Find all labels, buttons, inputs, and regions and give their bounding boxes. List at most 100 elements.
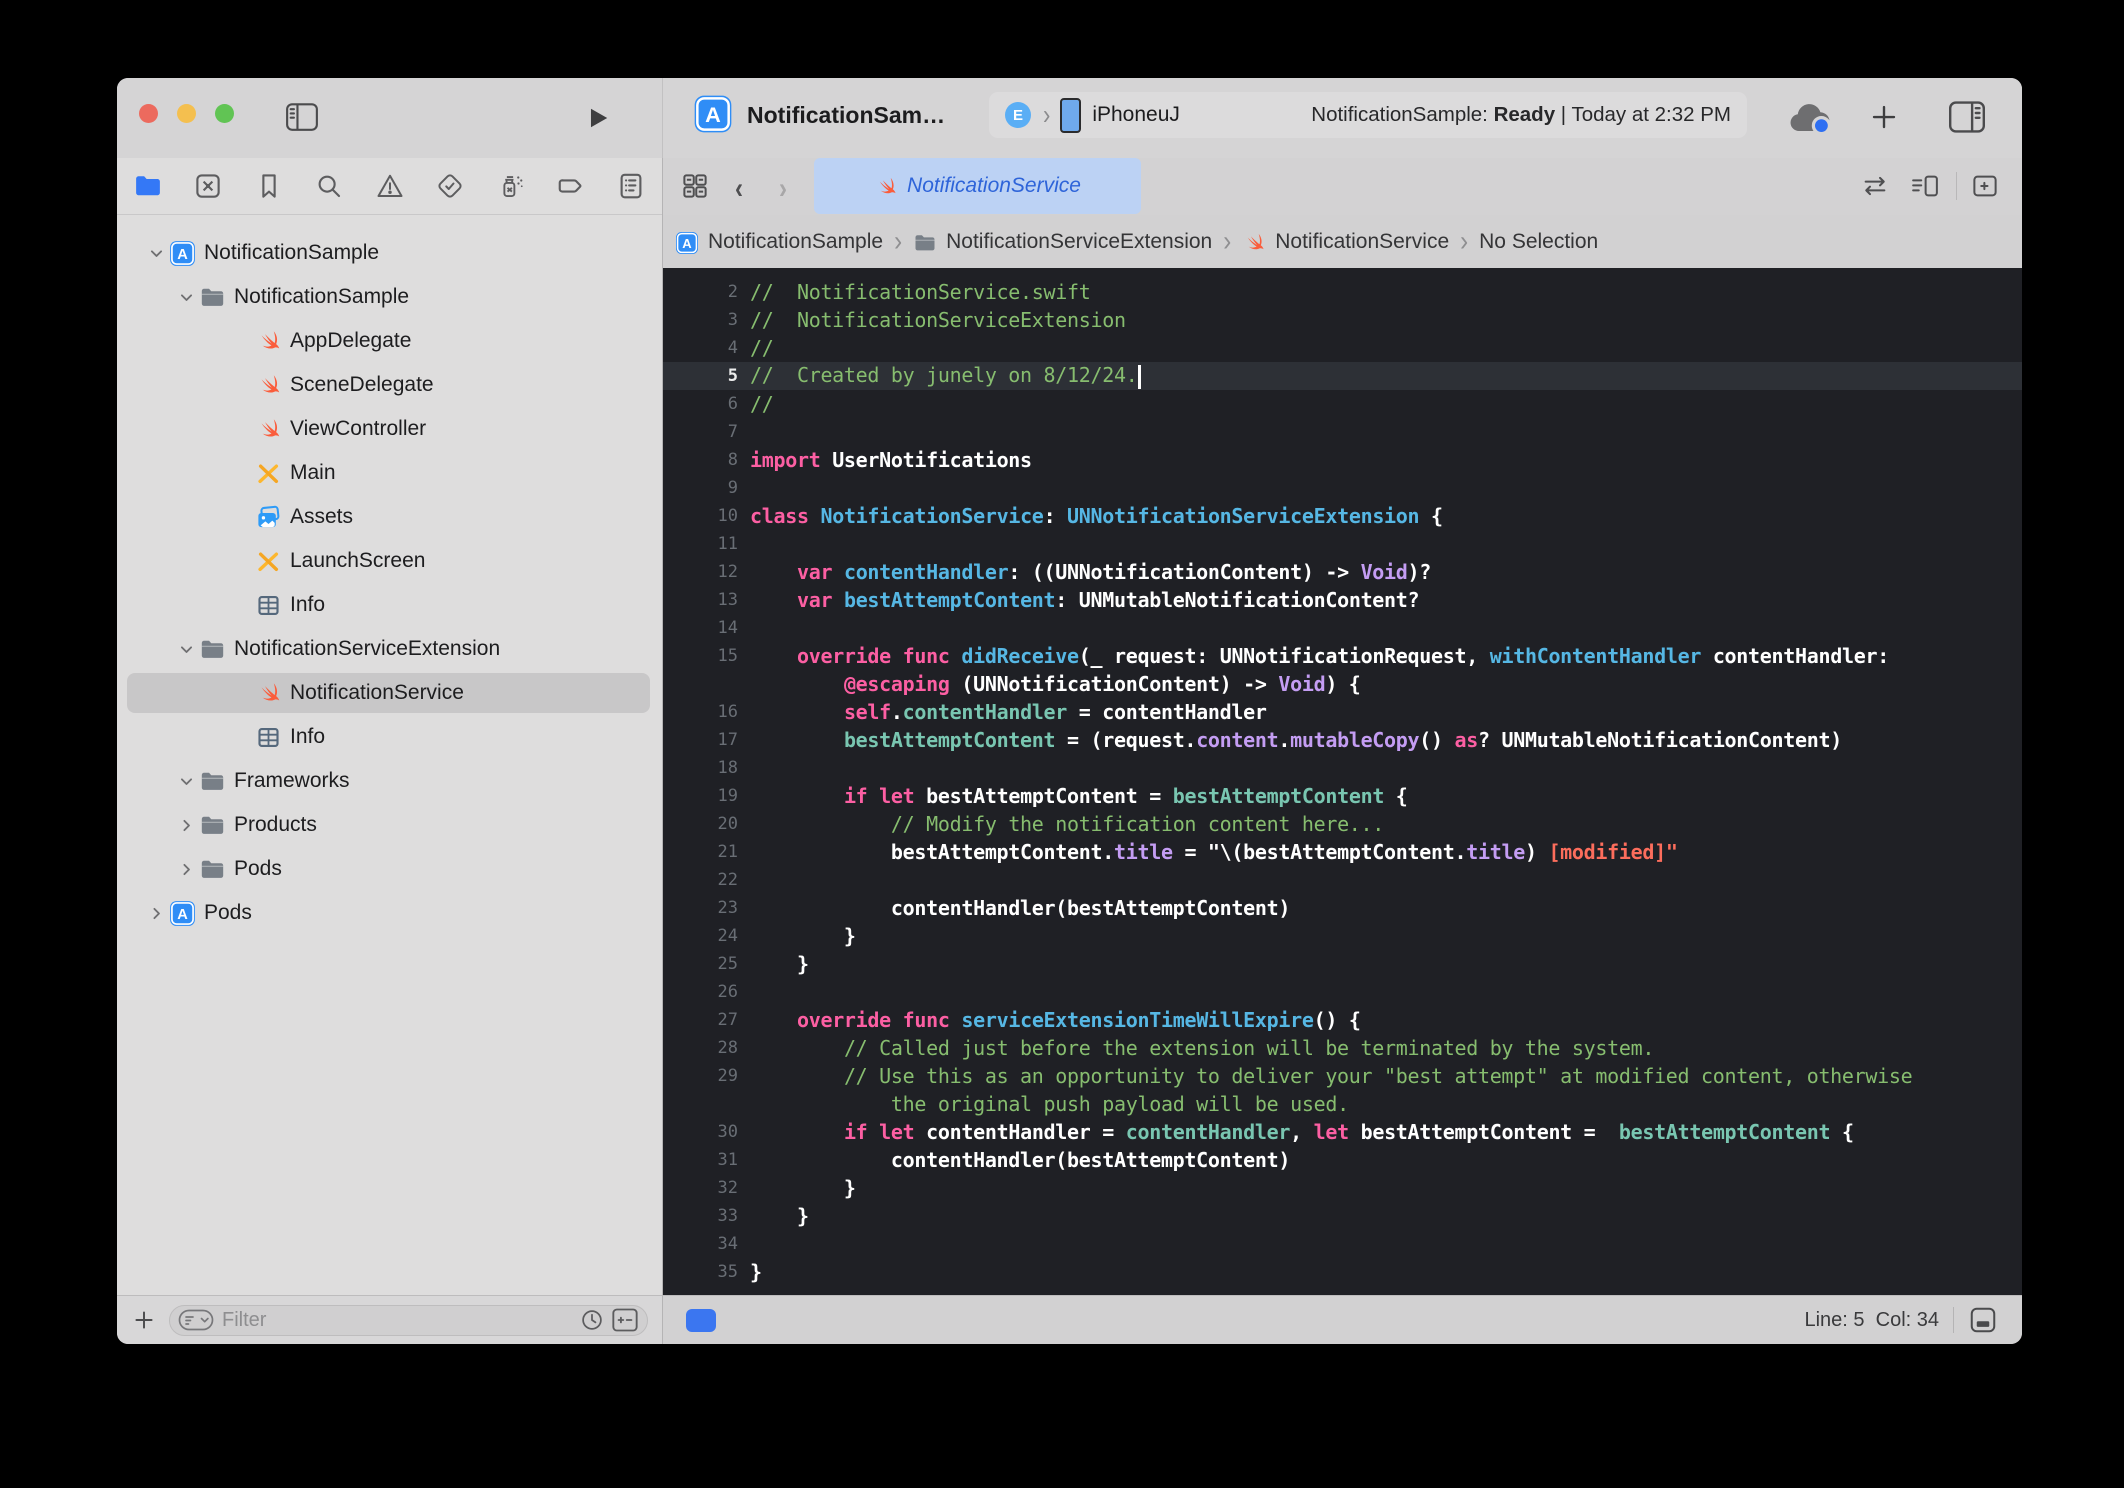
tab-notificationservice[interactable]: NotificationService xyxy=(814,158,1141,214)
code-line-10[interactable]: 10class NotificationService: UNNotificat… xyxy=(662,502,2022,530)
test-navigator-icon[interactable] xyxy=(435,171,465,201)
add-file-button[interactable] xyxy=(131,1307,157,1333)
project-navigator-icon[interactable] xyxy=(133,171,163,201)
code-line-27[interactable]: 27 override func serviceExtensionTimeWil… xyxy=(662,1006,2022,1034)
report-navigator-icon[interactable] xyxy=(616,171,646,201)
tree-row-main-5[interactable]: Main xyxy=(117,453,662,493)
debug-navigator-icon[interactable] xyxy=(495,171,525,201)
search-navigator-icon[interactable] xyxy=(314,171,344,201)
zoom-button[interactable] xyxy=(215,104,234,123)
tree-row-pods-14[interactable]: Pods xyxy=(117,849,662,889)
code-line-34[interactable]: 34 xyxy=(662,1230,2022,1258)
tree-row-appdelegate-2[interactable]: AppDelegate xyxy=(117,321,662,361)
code-line-24[interactable]: 24 } xyxy=(662,922,2022,950)
code-line-23[interactable]: 23 contentHandler(bestAttemptContent) xyxy=(662,894,2022,922)
text-cursor xyxy=(1138,365,1141,389)
disclosure-closed-icon[interactable] xyxy=(143,905,169,922)
breadcrumb-item-3[interactable]: No Selection xyxy=(1479,230,1598,254)
code-line-30[interactable]: 30 if let contentHandler = contentHandle… xyxy=(662,1118,2022,1146)
code-line-21[interactable]: 21 bestAttemptContent.title = "\(bestAtt… xyxy=(662,838,2022,866)
code-line-4[interactable]: 4// xyxy=(662,334,2022,362)
code-line-5[interactable]: 5// Created by junely on 8/12/24. xyxy=(662,362,2022,390)
tree-row-products-13[interactable]: Products xyxy=(117,805,662,845)
toggle-navigator-icon[interactable] xyxy=(285,102,319,132)
tree-row-notificationservice-10[interactable]: NotificationService xyxy=(117,673,662,713)
tree-row-notificationserviceextension-9[interactable]: NotificationServiceExtension xyxy=(117,629,662,669)
code-line-7[interactable]: 7 xyxy=(662,418,2022,446)
disclosure-open-icon[interactable] xyxy=(173,289,199,306)
go-back-button[interactable]: ‹ xyxy=(735,172,743,206)
tree-row-info-11[interactable]: Info xyxy=(117,717,662,757)
code-line-9[interactable]: 9 xyxy=(662,474,2022,502)
related-items-icon[interactable] xyxy=(680,171,712,203)
pane-divider[interactable] xyxy=(662,158,663,1344)
breadcrumb-item-1[interactable]: NotificationServiceExtension xyxy=(913,230,1212,254)
code-line-16[interactable]: 16 self.contentHandler = contentHandler xyxy=(662,698,2022,726)
code-line-25[interactable]: 25 } xyxy=(662,950,2022,978)
code-line-wrap[interactable]: @escaping (UNNotificationContent) -> Voi… xyxy=(662,670,2022,698)
code-line-8[interactable]: 8import UserNotifications xyxy=(662,446,2022,474)
go-forward-button[interactable]: › xyxy=(779,172,787,206)
activity-status-bar[interactable]: E › iPhoneuJ NotificationSample: Ready |… xyxy=(989,92,1747,138)
code-line-32[interactable]: 32 } xyxy=(662,1174,2022,1202)
disclosure-open-icon[interactable] xyxy=(173,773,199,790)
code-line-26[interactable]: 26 xyxy=(662,978,2022,1006)
code-line-11[interactable]: 11 xyxy=(662,530,2022,558)
tree-row-notificationsample-0[interactable]: ANotificationSample xyxy=(117,233,662,273)
close-button[interactable] xyxy=(139,104,158,123)
disclosure-open-icon[interactable] xyxy=(173,641,199,658)
disclosure-open-icon[interactable] xyxy=(143,245,169,262)
run-button[interactable] xyxy=(585,104,611,132)
code-line-19[interactable]: 19 if let bestAttemptContent = bestAttem… xyxy=(662,782,2022,810)
add-editor-icon[interactable] xyxy=(1970,171,2002,203)
code-line-15[interactable]: 15 override func didReceive(_ request: U… xyxy=(662,642,2022,670)
editor-mode-icon[interactable] xyxy=(686,1309,716,1332)
code-line-33[interactable]: 33 } xyxy=(662,1202,2022,1230)
code-line-28[interactable]: 28 // Called just before the extension w… xyxy=(662,1034,2022,1062)
code-line-17[interactable]: 17 bestAttemptContent = (request.content… xyxy=(662,726,2022,754)
code-line-6[interactable]: 6// xyxy=(662,390,2022,418)
code-line-18[interactable]: 18 xyxy=(662,754,2022,782)
code-line-wrap[interactable]: the original push payload will be used. xyxy=(662,1090,2022,1118)
minimap-toggle-icon[interactable] xyxy=(1968,1306,1998,1334)
run-destination[interactable]: iPhoneuJ xyxy=(1092,103,1180,127)
tree-row-launchscreen-7[interactable]: LaunchScreen xyxy=(117,541,662,581)
breadcrumb-item-2[interactable]: NotificationService xyxy=(1242,230,1449,254)
swap-editors-icon[interactable] xyxy=(1860,171,1892,203)
tree-row-notificationsample-1[interactable]: NotificationSample xyxy=(117,277,662,317)
code-line-13[interactable]: 13 var bestAttemptContent: UNMutableNoti… xyxy=(662,586,2022,614)
disclosure-closed-icon[interactable] xyxy=(173,861,199,878)
tree-row-pods-15[interactable]: APods xyxy=(117,893,662,933)
toggle-inspector-icon[interactable] xyxy=(1947,101,1987,133)
code-line-2[interactable]: 2// NotificationService.swift xyxy=(662,278,2022,306)
bookmark-navigator-icon[interactable] xyxy=(254,171,284,201)
code-line-22[interactable]: 22 xyxy=(662,866,2022,894)
tree-row-viewcontroller-4[interactable]: ViewController xyxy=(117,409,662,449)
tree-row-frameworks-12[interactable]: Frameworks xyxy=(117,761,662,801)
tree-row-info-8[interactable]: Info xyxy=(117,585,662,625)
code-line-29[interactable]: 29 // Use this as an opportunity to deli… xyxy=(662,1062,2022,1090)
cloud-sync-icon[interactable] xyxy=(1785,98,1837,138)
disclosure-closed-icon[interactable] xyxy=(173,817,199,834)
recent-files-icon[interactable] xyxy=(579,1307,605,1333)
code-line-12[interactable]: 12 var contentHandler: ((UNNotificationC… xyxy=(662,558,2022,586)
filter-input[interactable]: Filter xyxy=(169,1305,648,1336)
code-line-3[interactable]: 3// NotificationServiceExtension xyxy=(662,306,2022,334)
code-line-35[interactable]: 35} xyxy=(662,1258,2022,1286)
source-editor[interactable]: 2// NotificationService.swift3// Notific… xyxy=(662,268,2022,1295)
scheme-title[interactable]: NotificationSam… xyxy=(747,102,945,129)
tree-row-assets-6[interactable]: Assets xyxy=(117,497,662,537)
line-col-indicator[interactable]: Line: 5 Col: 34 xyxy=(1804,1309,1939,1332)
code-line-31[interactable]: 31 contentHandler(bestAttemptContent) xyxy=(662,1146,2022,1174)
warning-navigator-icon[interactable] xyxy=(375,171,405,201)
editor-options-icon[interactable] xyxy=(1910,171,1942,203)
minimize-button[interactable] xyxy=(177,104,196,123)
code-line-20[interactable]: 20 // Modify the notification content he… xyxy=(662,810,2022,838)
add-tab-button[interactable] xyxy=(1869,102,1899,132)
tree-row-scenedelegate-3[interactable]: SceneDelegate xyxy=(117,365,662,405)
breakpoint-navigator-icon[interactable] xyxy=(556,171,586,201)
code-line-14[interactable]: 14 xyxy=(662,614,2022,642)
source-control-filter-icon[interactable] xyxy=(611,1307,639,1333)
breadcrumb-item-0[interactable]: ANotificationSample xyxy=(675,230,883,254)
source-control-navigator-icon[interactable] xyxy=(193,171,223,201)
